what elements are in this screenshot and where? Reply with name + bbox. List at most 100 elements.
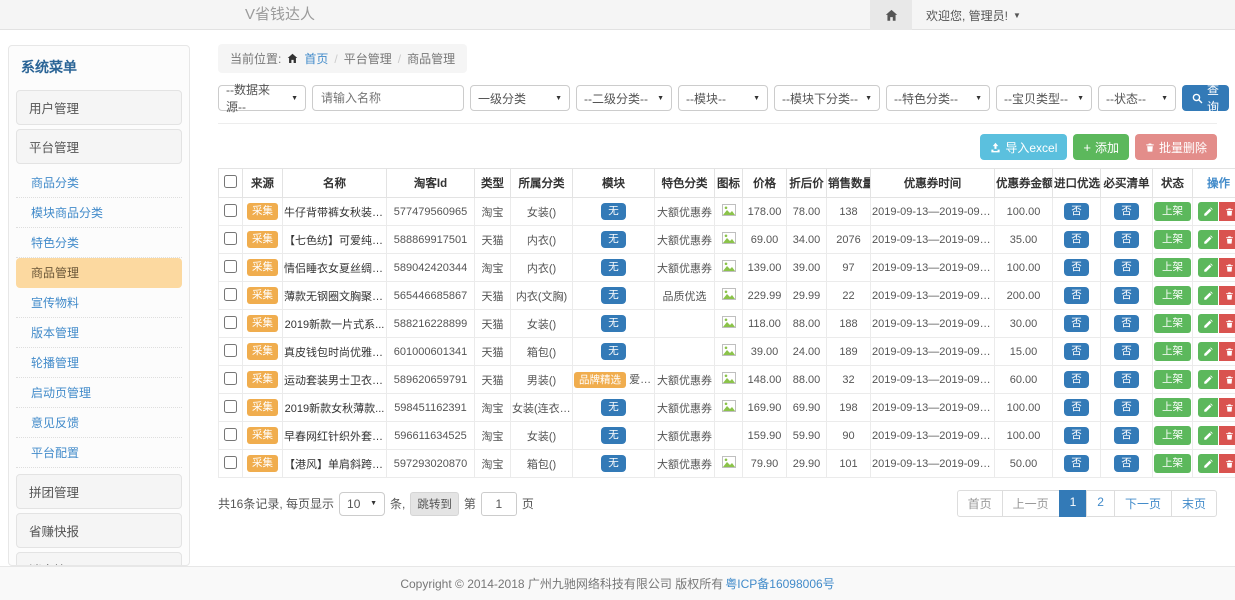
row-checkbox[interactable] bbox=[224, 288, 237, 301]
status-button[interactable]: 上架 bbox=[1154, 314, 1191, 333]
status-button[interactable]: 上架 bbox=[1154, 454, 1191, 473]
must-buy-toggle[interactable]: 否 bbox=[1114, 203, 1139, 220]
sidebar-item-user-management[interactable]: 用户管理 bbox=[16, 90, 182, 125]
submenu-item-平台配置[interactable]: 平台配置 bbox=[16, 438, 182, 468]
page-2[interactable]: 2 bbox=[1086, 490, 1115, 517]
page-first[interactable]: 首页 bbox=[957, 490, 1003, 517]
name-search-input[interactable] bbox=[312, 85, 464, 111]
submenu-item-商品管理[interactable]: 商品管理 bbox=[16, 258, 182, 288]
edit-button[interactable] bbox=[1198, 398, 1218, 417]
submenu-item-商品分类[interactable]: 商品分类 bbox=[16, 168, 182, 198]
must-buy-toggle[interactable]: 否 bbox=[1114, 343, 1139, 360]
row-checkbox[interactable] bbox=[224, 232, 237, 245]
imported-toggle[interactable]: 否 bbox=[1064, 427, 1089, 444]
imported-toggle[interactable]: 否 bbox=[1064, 259, 1089, 276]
edit-button[interactable] bbox=[1198, 454, 1218, 473]
page-prev[interactable]: 上一页 bbox=[1002, 490, 1060, 517]
edit-button[interactable] bbox=[1198, 426, 1218, 445]
sidebar-item-省赚快报[interactable]: 省赚快报 bbox=[16, 513, 182, 548]
must-buy-toggle[interactable]: 否 bbox=[1114, 315, 1139, 332]
delete-button[interactable] bbox=[1219, 202, 1235, 221]
search-button[interactable]: 查询 bbox=[1182, 85, 1229, 111]
row-checkbox[interactable] bbox=[224, 400, 237, 413]
imported-toggle[interactable]: 否 bbox=[1064, 315, 1089, 332]
submenu-item-轮播管理[interactable]: 轮播管理 bbox=[16, 348, 182, 378]
imported-toggle[interactable]: 否 bbox=[1064, 287, 1089, 304]
imported-toggle[interactable]: 否 bbox=[1064, 371, 1089, 388]
submenu-item-版本管理[interactable]: 版本管理 bbox=[16, 318, 182, 348]
delete-button[interactable] bbox=[1219, 314, 1235, 333]
page-number-input[interactable] bbox=[481, 492, 517, 516]
item-type-select[interactable]: --宝贝类型--▼ bbox=[996, 85, 1092, 111]
row-checkbox[interactable] bbox=[224, 204, 237, 217]
special-category-select[interactable]: --特色分类--▼ bbox=[886, 85, 990, 111]
home-button[interactable] bbox=[870, 0, 912, 30]
delete-button[interactable] bbox=[1219, 286, 1235, 305]
breadcrumb-home-link[interactable]: 首页 bbox=[304, 50, 328, 67]
row-checkbox[interactable] bbox=[224, 428, 237, 441]
source-select[interactable]: --数据来源--▼ bbox=[218, 85, 306, 111]
page-last[interactable]: 末页 bbox=[1171, 490, 1217, 517]
edit-button[interactable] bbox=[1198, 314, 1218, 333]
imported-toggle[interactable]: 否 bbox=[1064, 455, 1089, 472]
sidebar-item-拼团管理[interactable]: 拼团管理 bbox=[16, 474, 182, 509]
imported-toggle[interactable]: 否 bbox=[1064, 231, 1089, 248]
status-button[interactable]: 上架 bbox=[1154, 258, 1191, 277]
jump-to-button[interactable]: 跳转到 bbox=[410, 492, 459, 516]
status-button[interactable]: 上架 bbox=[1154, 286, 1191, 305]
must-buy-toggle[interactable]: 否 bbox=[1114, 371, 1139, 388]
imported-toggle[interactable]: 否 bbox=[1064, 399, 1089, 416]
submenu-item-模块商品分类[interactable]: 模块商品分类 bbox=[16, 198, 182, 228]
status-button[interactable]: 上架 bbox=[1154, 202, 1191, 221]
page-1[interactable]: 1 bbox=[1059, 490, 1088, 517]
edit-button[interactable] bbox=[1198, 258, 1218, 277]
row-checkbox[interactable] bbox=[224, 372, 237, 385]
module-sub-select[interactable]: --模块下分类--▼ bbox=[774, 85, 880, 111]
edit-button[interactable] bbox=[1198, 230, 1218, 249]
status-button[interactable]: 上架 bbox=[1154, 370, 1191, 389]
user-menu[interactable]: 欢迎您, 管理员! ▼ bbox=[912, 0, 1235, 30]
must-buy-toggle[interactable]: 否 bbox=[1114, 399, 1139, 416]
delete-button[interactable] bbox=[1219, 342, 1235, 361]
must-buy-toggle[interactable]: 否 bbox=[1114, 287, 1139, 304]
module-select[interactable]: --模块--▼ bbox=[678, 85, 768, 111]
row-checkbox[interactable] bbox=[224, 344, 237, 357]
level1-category-select[interactable]: 一级分类▼ bbox=[470, 85, 570, 111]
must-buy-toggle[interactable]: 否 bbox=[1114, 259, 1139, 276]
delete-button[interactable] bbox=[1219, 370, 1235, 389]
status-button[interactable]: 上架 bbox=[1154, 426, 1191, 445]
must-buy-toggle[interactable]: 否 bbox=[1114, 427, 1139, 444]
submenu-item-宣传物料[interactable]: 宣传物料 bbox=[16, 288, 182, 318]
edit-button[interactable] bbox=[1198, 370, 1218, 389]
edit-button[interactable] bbox=[1198, 286, 1218, 305]
must-buy-toggle[interactable]: 否 bbox=[1114, 455, 1139, 472]
per-page-select[interactable]: 10 ▼ bbox=[339, 492, 385, 516]
submenu-item-启动页管理[interactable]: 启动页管理 bbox=[16, 378, 182, 408]
page-next[interactable]: 下一页 bbox=[1114, 490, 1172, 517]
status-button[interactable]: 上架 bbox=[1154, 398, 1191, 417]
status-button[interactable]: 上架 bbox=[1154, 230, 1191, 249]
status-button[interactable]: 上架 bbox=[1154, 342, 1191, 361]
submenu-item-特色分类[interactable]: 特色分类 bbox=[16, 228, 182, 258]
sidebar-item-platform-management[interactable]: 平台管理 bbox=[16, 129, 182, 164]
submenu-item-意见反馈[interactable]: 意见反馈 bbox=[16, 408, 182, 438]
select-all-checkbox[interactable] bbox=[224, 175, 237, 188]
delete-button[interactable] bbox=[1219, 426, 1235, 445]
batch-delete-button[interactable]: 批量删除 bbox=[1135, 134, 1217, 160]
edit-button[interactable] bbox=[1198, 342, 1218, 361]
delete-button[interactable] bbox=[1219, 230, 1235, 249]
row-checkbox[interactable] bbox=[224, 260, 237, 273]
row-checkbox[interactable] bbox=[224, 456, 237, 469]
delete-button[interactable] bbox=[1219, 398, 1235, 417]
sidebar-item-消息管理[interactable]: 消息管理 bbox=[16, 552, 182, 566]
edit-button[interactable] bbox=[1198, 202, 1218, 221]
delete-button[interactable] bbox=[1219, 454, 1235, 473]
import-excel-button[interactable]: 导入excel bbox=[980, 134, 1067, 160]
icp-link[interactable]: 粤ICP备16098006号 bbox=[725, 575, 834, 592]
level2-category-select[interactable]: --二级分类--▼ bbox=[576, 85, 672, 111]
row-checkbox[interactable] bbox=[224, 316, 237, 329]
imported-toggle[interactable]: 否 bbox=[1064, 203, 1089, 220]
delete-button[interactable] bbox=[1219, 258, 1235, 277]
imported-toggle[interactable]: 否 bbox=[1064, 343, 1089, 360]
must-buy-toggle[interactable]: 否 bbox=[1114, 231, 1139, 248]
